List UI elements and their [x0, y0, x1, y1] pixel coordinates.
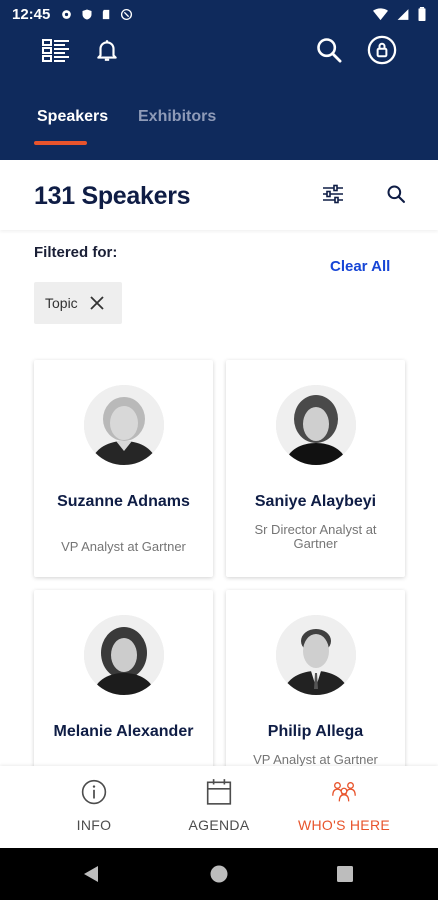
search-icon [387, 185, 405, 203]
speaker-card[interactable]: Saniye Alaybeyi Sr Director Analyst at G… [226, 360, 405, 577]
app-header: Speakers Exhibitors [0, 28, 438, 160]
speaker-card[interactable]: Philip Allega VP Analyst at Gartner [226, 590, 405, 790]
speaker-photo [275, 385, 356, 465]
notifications-button[interactable] [89, 32, 125, 68]
list-icon [42, 39, 69, 62]
page-title: 131 Speakers [34, 182, 191, 210]
settings-status-icon [62, 9, 72, 19]
speaker-photo [83, 615, 164, 695]
speaker-name: Melanie Alexander [53, 723, 194, 740]
home-icon[interactable] [209, 864, 229, 884]
status-bar: 12:45 [0, 0, 438, 28]
battery-icon [418, 7, 426, 21]
android-navigation-bar [0, 848, 438, 900]
shield-status-icon [82, 9, 92, 19]
filter-chip-topic[interactable]: Topic [34, 282, 122, 324]
speaker-search-button[interactable] [381, 179, 411, 209]
search-icon [317, 38, 342, 63]
title-row: 131 Speakers [0, 160, 438, 230]
tab-speakers[interactable]: Speakers [37, 108, 108, 126]
back-icon[interactable] [81, 864, 101, 884]
filter-button[interactable] [318, 179, 348, 209]
filter-sliders-icon [323, 184, 343, 204]
calendar-icon [205, 778, 233, 806]
speaker-card[interactable]: Suzanne Adnams VP Analyst at Gartner [34, 360, 213, 577]
status-system-icons [373, 7, 426, 21]
tab-exhibitors[interactable]: Exhibitors [138, 108, 216, 126]
account-icon [367, 35, 397, 65]
sd-card-status-icon [103, 9, 110, 19]
speaker-role: VP Analyst at Gartner [253, 752, 378, 767]
bottom-navigation: INFO AGENDA WHO'S HERE [0, 766, 438, 848]
signal-icon [397, 8, 409, 20]
nav-whos-here-label: WHO'S HERE [297, 817, 390, 833]
active-tab-indicator [34, 141, 87, 145]
clear-all-link[interactable]: Clear All [330, 258, 390, 275]
speaker-name: Philip Allega [267, 723, 364, 740]
speaker-card[interactable]: Melanie Alexander [34, 590, 213, 790]
people-icon [330, 778, 358, 806]
wifi-icon [373, 7, 388, 20]
filter-chip-label: Topic [45, 295, 78, 311]
nav-whos-here[interactable]: WHO'S HERE [271, 766, 417, 848]
header-search-button[interactable] [311, 32, 347, 68]
tab-bar: Speakers Exhibitors [0, 106, 438, 160]
sync-status-icon [121, 8, 133, 20]
speaker-role: VP Analyst at Gartner [61, 539, 186, 554]
bell-icon [97, 40, 117, 61]
filtered-for-label: Filtered for: [34, 244, 118, 261]
status-notification-icons [60, 8, 133, 21]
speaker-photo [83, 385, 164, 465]
speaker-role: Sr Director Analyst at Gartner [254, 522, 377, 551]
status-time: 12:45 [12, 5, 51, 23]
list-view-button[interactable] [38, 32, 74, 68]
speaker-name: Suzanne Adnams [57, 493, 190, 510]
account-button[interactable] [364, 32, 400, 68]
info-icon [80, 778, 108, 806]
close-icon[interactable] [90, 296, 104, 310]
speaker-name: Saniye Alaybeyi [254, 493, 377, 510]
recents-icon[interactable] [335, 864, 355, 884]
speaker-photo [275, 615, 356, 695]
